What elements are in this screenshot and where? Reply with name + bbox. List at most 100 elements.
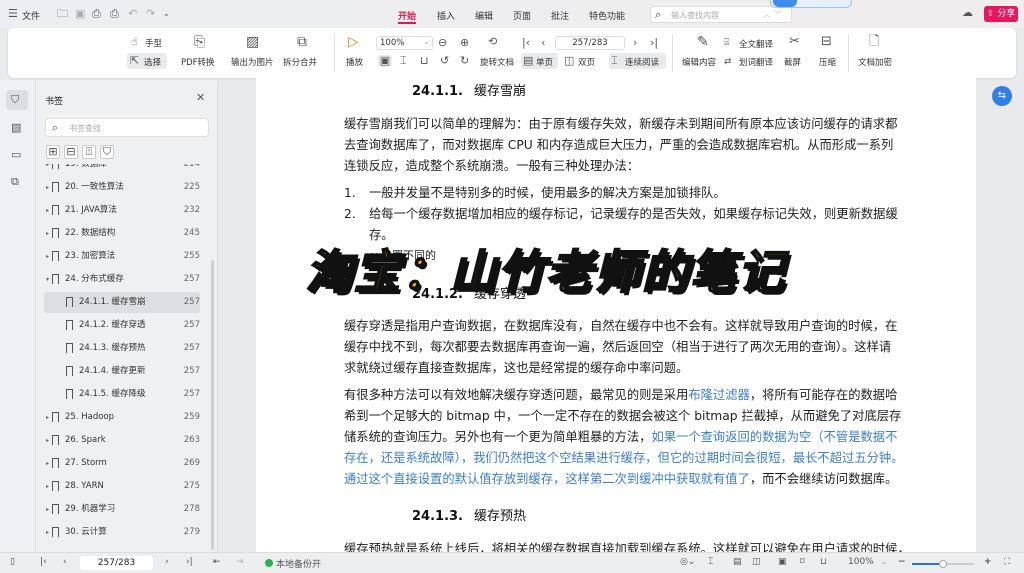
bookmark-search-input[interactable]: 书签查找 (69, 123, 101, 134)
collapse-all-icon[interactable]: ⊟ (64, 145, 78, 159)
tab-insert[interactable]: 插入 (437, 9, 455, 22)
bookmark-item[interactable]: 24.1.2. 缓存穿透 257 (44, 315, 200, 336)
bookmark-item[interactable]: 24.1.1. 缓存雪崩 257 (44, 292, 200, 313)
rotate-left-icon[interactable]: ↺ (440, 55, 449, 67)
screenshot-button[interactable]: 截屏 (784, 56, 801, 68)
bookmark-panel-button[interactable]: ⛉ (6, 90, 28, 110)
close-icon[interactable]: ✕ (196, 92, 205, 104)
cloud-icon[interactable]: ☁ (962, 7, 973, 19)
single-page-view-icon[interactable]: ▤ (733, 557, 742, 567)
expand-arrow-icon[interactable]: ▸ (46, 476, 49, 497)
rotate-document-button[interactable]: 旋转文档 (480, 56, 514, 68)
fit-page-icon[interactable]: ⌑ (800, 557, 805, 567)
redo-icon[interactable]: ↷ (146, 8, 155, 20)
attachment-icon[interactable]: ⧉ (11, 176, 19, 188)
zoom-out-button[interactable]: − (898, 557, 906, 567)
add-bookmark-icon[interactable]: ⍐ (82, 145, 96, 159)
thumbnail-icon[interactable]: ▧ (11, 122, 21, 134)
file-menu[interactable]: 文件 (22, 9, 40, 22)
bookmark-item[interactable]: ▸ 26. Spark 263 (44, 430, 200, 451)
first-page-icon[interactable]: |‹ (522, 37, 530, 49)
double-page-button[interactable]: ◫ 双页 (563, 53, 605, 69)
full-translate-button[interactable]: 全文翻译 (739, 38, 773, 50)
expand-arrow-icon[interactable]: ▸ (46, 499, 49, 520)
chevron-down-icon[interactable]: ⌄ (880, 557, 888, 567)
single-page-button[interactable]: ▤ 单页 (521, 53, 558, 69)
next-page-icon[interactable]: › (633, 37, 637, 49)
bookmark-item[interactable]: ▸ 21. JAVA算法 232 (44, 200, 200, 221)
chevron-down-icon[interactable]: ⌄ (163, 8, 170, 20)
search-nav-icon[interactable]: ︿ ﹀ (763, 9, 782, 20)
continuous-read-button[interactable]: ⌶ 连续阅读 (609, 53, 666, 69)
tab-start[interactable]: 开始 (398, 9, 417, 24)
fit-width-icon[interactable]: ⊔ (820, 557, 827, 567)
zoom-slider[interactable] (912, 560, 974, 568)
print-icon[interactable]: ⎙ (110, 8, 119, 20)
tab-edit[interactable]: 编辑 (475, 9, 493, 22)
zoom-slider-handle[interactable] (939, 560, 947, 568)
toggle-sidebar-icon[interactable]: ▯ (10, 557, 15, 567)
forward-icon[interactable]: ⇥ (236, 557, 244, 567)
next-page-icon[interactable]: › (165, 557, 169, 567)
undo-icon[interactable]: ↶ (128, 8, 137, 20)
bookmark-item[interactable]: ▾ 24. 分布式缓存 257 (44, 269, 200, 290)
back-icon[interactable]: ⇤ (213, 557, 221, 567)
collapse-arrow-icon[interactable]: ▾ (46, 269, 49, 290)
last-page-icon[interactable]: ›| (186, 557, 193, 567)
rotate-right-icon[interactable]: ↻ (460, 55, 469, 67)
backup-status[interactable]: 本地备份开 (276, 557, 321, 570)
prev-page-icon[interactable]: ‹ (541, 37, 545, 49)
play-button[interactable]: 播放 (346, 56, 363, 68)
expand-arrow-icon[interactable]: ▸ (46, 522, 49, 543)
expand-arrow-icon[interactable]: ▸ (46, 430, 49, 451)
tab-page[interactable]: 页面 (513, 9, 531, 22)
prev-page-icon[interactable]: ‹ (63, 557, 67, 567)
expand-arrow-icon[interactable]: ▸ (46, 453, 49, 474)
double-page-view-icon[interactable]: ◫ (752, 557, 761, 567)
bookmark-item[interactable]: ▸ 30. 云计算 279 (44, 522, 200, 543)
continuous-view-icon[interactable]: ⌶ (708, 557, 713, 567)
page-number-input[interactable]: 257/283 (555, 36, 625, 50)
actual-size-icon[interactable]: ▣ (378, 55, 392, 67)
tab-features[interactable]: 特色功能 (589, 9, 625, 22)
split-merge-button[interactable]: 拆分合并 (283, 56, 317, 68)
bookmark-item[interactable]: 24.1.3. 缓存预热 257 (44, 338, 200, 359)
floating-popup[interactable] (770, 0, 852, 8)
bookmark-search[interactable]: ⌕ 书签查找 (45, 118, 209, 137)
zoom-out-icon[interactable]: ⊖ (438, 37, 447, 49)
scrollbar[interactable] (211, 260, 214, 550)
floating-tool-icon[interactable]: ⇆ (992, 86, 1012, 106)
search-input[interactable]: 输入查找内容 (671, 10, 719, 21)
pdf-convert-button[interactable]: PDF转换 (181, 56, 215, 68)
compress-button[interactable]: 压缩 (819, 56, 836, 68)
zoom-select[interactable]: 100% ⌄ (376, 36, 433, 50)
fit-width-icon[interactable]: ⊔ (420, 55, 429, 67)
bookmark-item[interactable]: ▸ 28. YARN 275 (44, 476, 200, 497)
zoom-level[interactable]: 100% (848, 557, 874, 567)
actual-size-icon[interactable]: ▣ (778, 557, 787, 567)
word-translate-button[interactable]: 划词翻译 (739, 56, 773, 68)
tab-annotate[interactable]: 批注 (551, 9, 569, 22)
first-page-icon[interactable]: |‹ (40, 557, 47, 567)
last-page-icon[interactable]: ›| (650, 37, 658, 49)
expand-arrow-icon[interactable]: ▸ (46, 164, 49, 175)
bookmark-item[interactable]: ▸ 22. 数据结构 245 (44, 223, 200, 244)
zoom-in-icon[interactable]: ⊕ (460, 37, 469, 49)
select-tool-button[interactable]: ⇱ 选择 (127, 53, 167, 69)
encrypt-button[interactable]: 文档加密 (858, 56, 892, 68)
eye-icon[interactable]: ◎⌄ (680, 557, 695, 567)
expand-arrow-icon[interactable]: ▸ (46, 246, 49, 267)
expand-arrow-icon[interactable]: ▸ (46, 223, 49, 244)
hand-tool-button[interactable]: 手型 (145, 37, 162, 49)
expand-arrow-icon[interactable]: ▸ (46, 177, 49, 198)
comment-icon[interactable]: ▭ (11, 149, 21, 161)
share-button[interactable]: ⇪ 分享 (984, 6, 1018, 22)
search-box[interactable]: ⌕ 输入查找内容 ︿ ﹀ (650, 6, 792, 23)
bookmark-item[interactable]: ▸ 27. Storm 269 (44, 453, 200, 474)
bookmark-item[interactable]: 24.1.4. 缓存更新 257 (44, 361, 200, 382)
export-image-button[interactable]: 输出为图片 (231, 56, 274, 68)
menu-icon[interactable]: ☰ (8, 8, 18, 20)
save-icon[interactable]: ▣ (75, 8, 85, 20)
print-preview-icon[interactable]: ⎙ (92, 8, 101, 20)
edit-content-button[interactable]: 编辑内容 (682, 56, 716, 68)
